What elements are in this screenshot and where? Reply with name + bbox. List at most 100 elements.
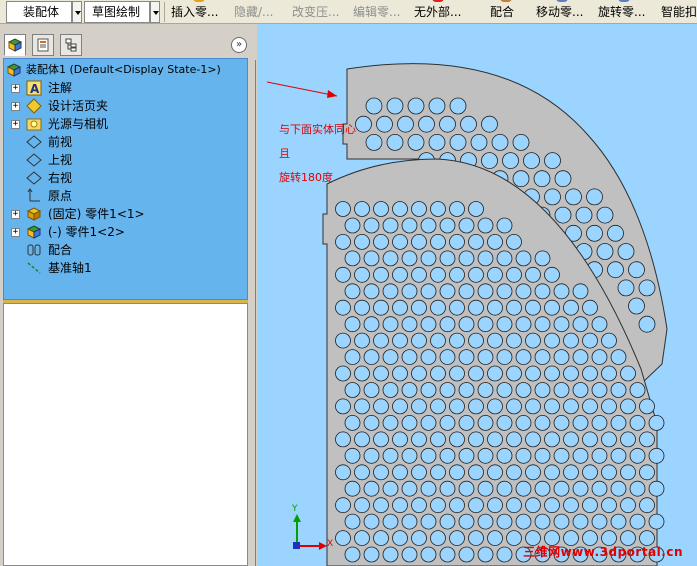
- perforation-hole: [544, 431, 560, 448]
- perforation-hole: [487, 431, 503, 448]
- tree-root[interactable]: 装配体1 (Default<Display State-1>): [6, 61, 246, 79]
- perforation-hole: [382, 349, 399, 366]
- mate-button[interactable]: 配合: [490, 0, 514, 24]
- tree-item-top-plane[interactable]: 上视: [4, 151, 244, 169]
- expand-icon[interactable]: +: [11, 228, 20, 237]
- tree-item-mates[interactable]: 配合: [4, 241, 244, 259]
- tab-feature-manager[interactable]: [4, 34, 26, 56]
- tree-item-label: 配合: [48, 243, 73, 257]
- expand-icon[interactable]: +: [11, 102, 20, 111]
- lights-folder-icon: [26, 118, 42, 131]
- perforation-hole: [344, 546, 361, 563]
- insert-component-button[interactable]: 插入零...: [171, 0, 218, 24]
- perforation-hole: [525, 332, 541, 349]
- perforation-hole: [430, 530, 446, 546]
- sketch-label: 草图绘制: [92, 5, 141, 19]
- tab-property-manager[interactable]: [32, 34, 54, 56]
- sketch-button[interactable]: 草图绘制: [84, 1, 150, 23]
- smart-fasteners-button[interactable]: 智能扣: [661, 0, 697, 24]
- expand-icon[interactable]: +: [11, 84, 20, 93]
- perforation-hole: [449, 201, 465, 217]
- tree-item-right-plane[interactable]: 右视: [4, 169, 244, 187]
- assembly-label: 装配体: [23, 5, 60, 19]
- expand-icon[interactable]: +: [11, 120, 20, 129]
- rotate-component-button[interactable]: 旋转零...: [598, 0, 645, 24]
- perforation-hole: [449, 233, 465, 250]
- perforation-hole: [601, 497, 617, 514]
- perforation-hole: [335, 398, 351, 415]
- perforation-hole: [477, 414, 494, 431]
- tab-configuration-manager[interactable]: [60, 34, 82, 56]
- hide-show-button[interactable]: 隐藏/...: [234, 0, 274, 24]
- perforation-hole: [553, 447, 570, 464]
- perforation-hole: [458, 513, 475, 530]
- perforation-hole: [487, 497, 503, 514]
- perforation-hole: [553, 414, 570, 431]
- perforation-hole: [420, 447, 437, 464]
- perforation-hole: [496, 316, 513, 333]
- move-label: 移动零...: [536, 5, 584, 19]
- perforation-hole: [572, 480, 589, 497]
- tree-item-lights-cameras[interactable]: + 光源与相机: [4, 115, 244, 133]
- perforation-hole: [496, 349, 513, 366]
- perforation-hole: [629, 447, 646, 464]
- perforation-hole: [420, 546, 437, 563]
- perforation-hole: [344, 480, 361, 497]
- tree-item-front-plane[interactable]: 前视: [4, 133, 244, 151]
- perforation-hole: [344, 217, 361, 234]
- perforation-hole: [582, 497, 598, 514]
- toolbar-separator: [164, 2, 165, 22]
- perforation-hole: [363, 414, 380, 431]
- tree-item-label: (固定) 零件1<1>: [48, 207, 145, 221]
- perforation-hole: [439, 480, 456, 497]
- perforation-hole: [449, 365, 465, 382]
- perforation-hole: [373, 398, 389, 415]
- expand-icon[interactable]: +: [11, 210, 20, 219]
- axis-icon: [27, 262, 41, 274]
- perforation-hole: [373, 464, 389, 481]
- perforation-hole: [386, 134, 404, 151]
- assembly-dropdown-arrow[interactable]: [72, 1, 82, 23]
- perforation-hole: [512, 134, 530, 151]
- perforation-hole: [477, 546, 494, 563]
- tree-item-axis1[interactable]: 基准轴1: [4, 259, 244, 277]
- perforation-hole: [601, 431, 617, 448]
- perforation-hole: [572, 316, 589, 333]
- perforation-hole: [487, 398, 503, 415]
- perforation-hole: [591, 414, 608, 431]
- perforation-hole: [525, 365, 541, 382]
- perforation-hole: [496, 414, 513, 431]
- perforation-hole: [544, 332, 560, 349]
- perforation-hole: [496, 217, 513, 234]
- perforation-hole: [591, 480, 608, 497]
- perforation-hole: [477, 217, 494, 234]
- perforation-hole: [363, 546, 380, 563]
- perforation-hole: [639, 497, 655, 514]
- perforation-hole: [430, 332, 446, 349]
- tree-item-part1-fixed[interactable]: + (固定) 零件1<1>: [4, 205, 244, 223]
- perforation-hole: [382, 316, 399, 333]
- tree-item-annotations[interactable]: + A 注解: [4, 79, 244, 97]
- perforation-hole: [477, 250, 494, 267]
- tree-item-design-binder[interactable]: + 设计活页夹: [4, 97, 244, 115]
- collapse-panel-button[interactable]: »: [231, 37, 247, 53]
- graphics-viewport[interactable]: 与下面实体同心 且 旋转180度 Y X 三维网www.3dportal.cn: [257, 24, 697, 566]
- perforation-hole: [575, 206, 593, 224]
- tree-item-part1-float[interactable]: + (-) 零件1<2>: [4, 223, 244, 241]
- smart-label: 智能扣: [661, 5, 697, 19]
- annotation-note-line3: 旋转180度: [279, 171, 333, 184]
- perforation-hole: [376, 115, 393, 133]
- no-external-refs-button[interactable]: 无外部...: [414, 0, 461, 24]
- edit-component-button[interactable]: 编辑零...: [353, 0, 400, 24]
- assembly-dropdown[interactable]: 装配体: [6, 1, 72, 23]
- sketch-dropdown-arrow[interactable]: [150, 1, 160, 23]
- tree-item-origin[interactable]: 原点: [4, 187, 244, 205]
- perforation-hole: [477, 447, 494, 464]
- change-suppression-button[interactable]: 改变压...: [292, 0, 339, 24]
- perforation-hole: [354, 233, 370, 250]
- perforation-hole: [515, 447, 532, 464]
- perforation-hole: [582, 431, 598, 448]
- move-component-button[interactable]: 移动零...: [536, 0, 583, 24]
- perforation-hole: [563, 299, 579, 316]
- perforation-hole: [420, 316, 437, 333]
